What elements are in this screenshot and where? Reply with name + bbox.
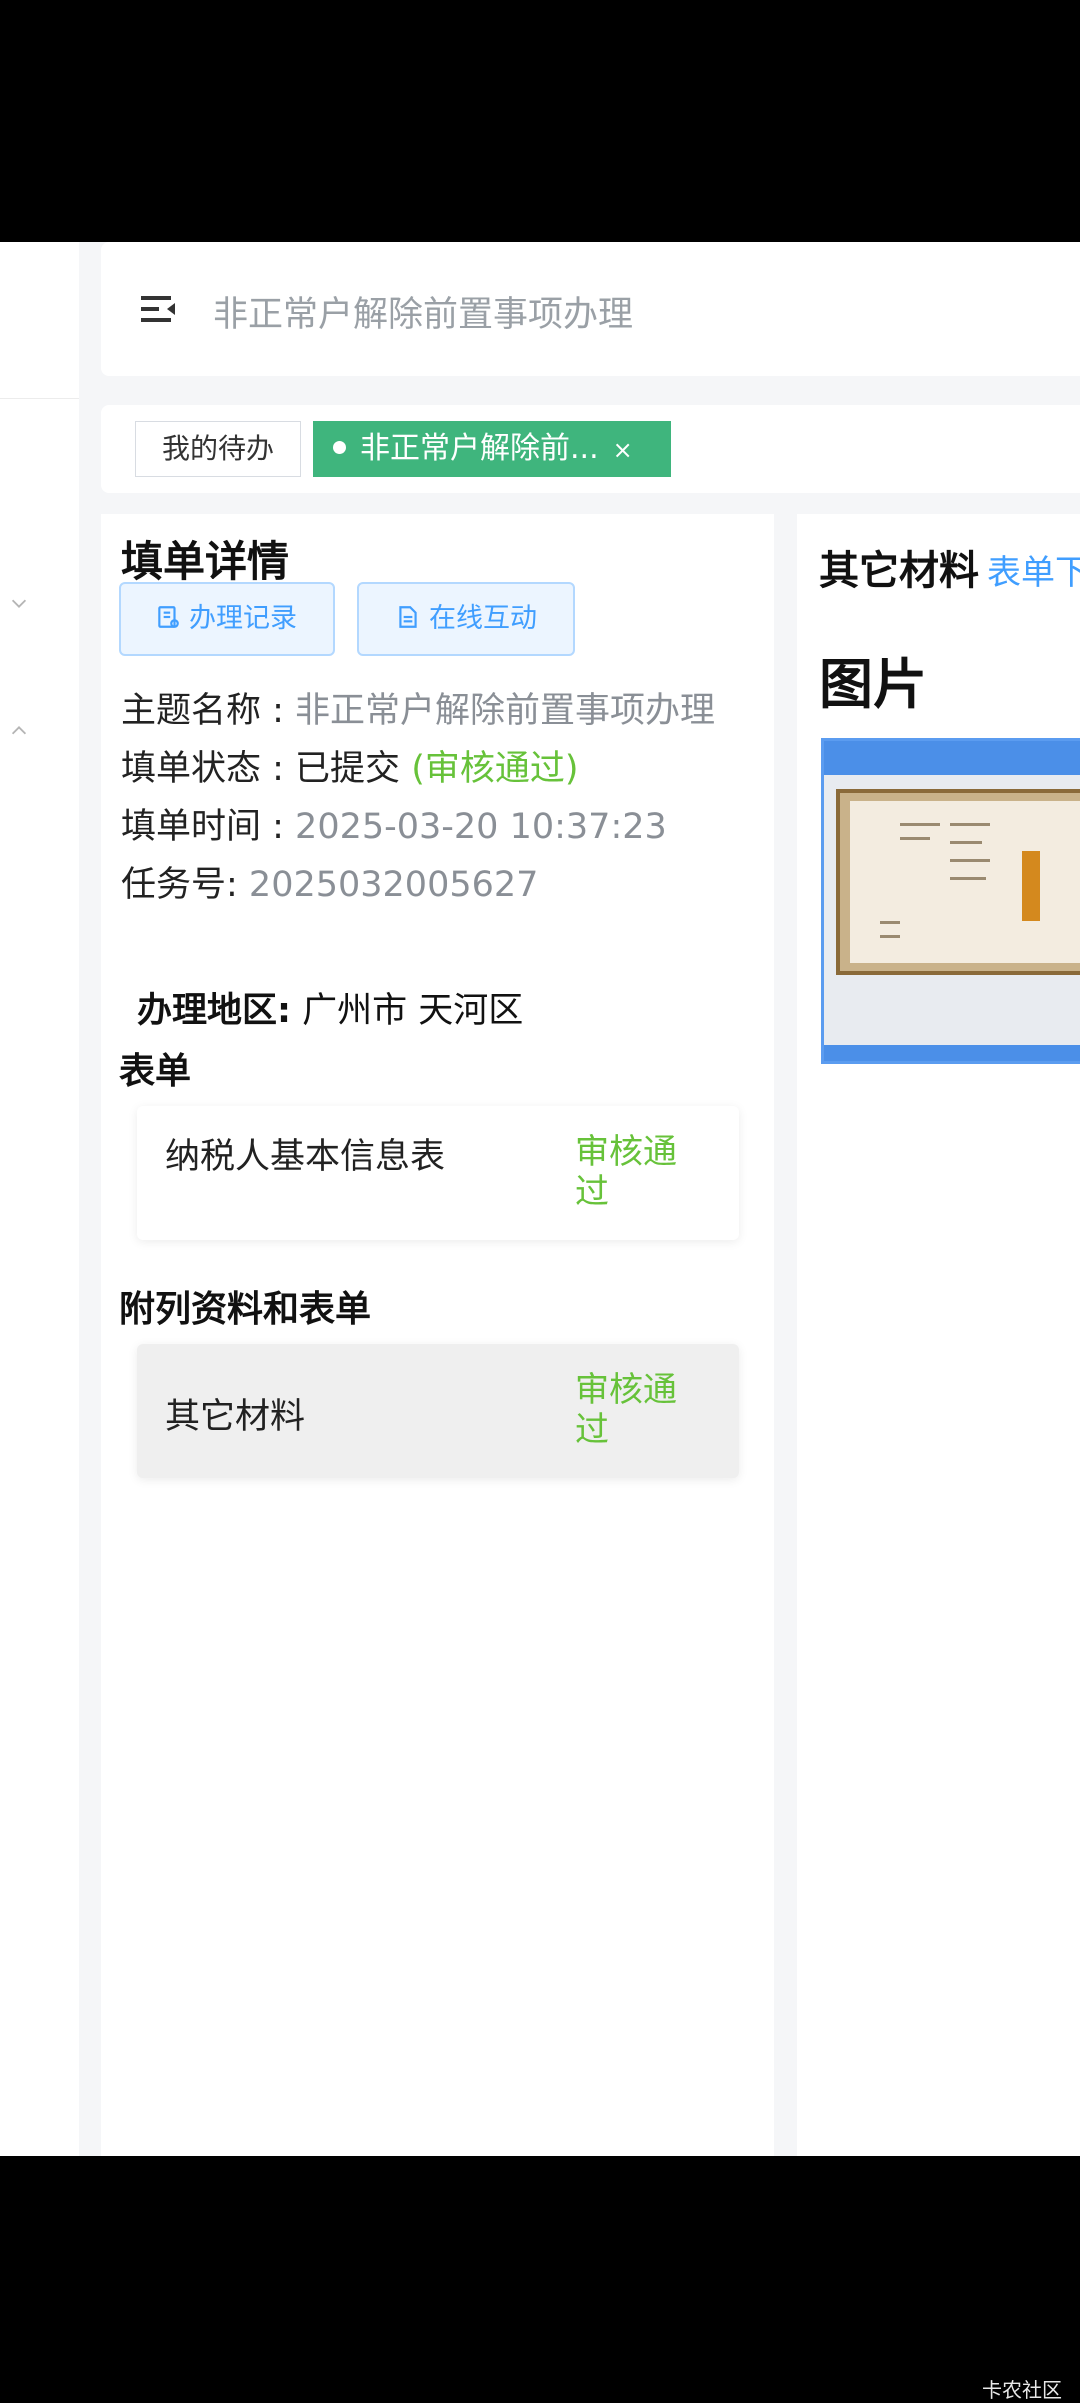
attachment-item-status: 审核通过: [575, 1370, 677, 1450]
thumbnail-text-line: [950, 859, 990, 862]
time-row: 填单时间 : 2025-03-20 10:37:23: [121, 798, 667, 849]
thumbnail-header-bar: [824, 741, 1080, 775]
detail-title: 填单详情: [121, 537, 290, 586]
thumbnail-document-page: [850, 801, 1080, 963]
attachments-title: 附列资料和表单: [119, 1289, 372, 1330]
thumbnail-footer-bar: [824, 1045, 1080, 1061]
thumbnail-text-line: [900, 837, 930, 840]
region-label: 办理地区:: [137, 991, 291, 1031]
status-row: 填单状态 : 已提交 (审核通过): [121, 740, 579, 791]
sidebar-divider: [0, 398, 79, 399]
menu-fold-icon[interactable]: [139, 290, 179, 328]
forms-card: 办理地区: 广州市 天河区 表单 纳税人基本信息表 审核通过 附列资料和表单 其…: [101, 952, 774, 2156]
watermark: 卡农社区: [982, 2378, 1062, 2402]
thumbnail-text-line: [900, 823, 940, 826]
tabs-bar: 我的待办 非正常户解除前... ×: [101, 405, 1080, 493]
attachment-item[interactable]: 其它材料 审核通过: [137, 1344, 739, 1478]
document-icon: [399, 606, 417, 628]
chevron-up-icon[interactable]: [8, 720, 30, 742]
thumbnail-text-line: [950, 823, 990, 826]
sidebar-rail: [0, 242, 79, 2156]
status-label: 填单状态 :: [121, 749, 296, 789]
page-title: 非正常户解除前置事项办理: [213, 295, 634, 335]
task-row: 任务号: 2025032005627: [121, 856, 538, 907]
status-value: 已提交: [295, 749, 401, 789]
task-value: 2025032005627: [248, 865, 539, 905]
active-dot-icon: [333, 441, 346, 454]
region-row: 办理地区: 广州市 天河区: [137, 982, 523, 1033]
subject-row: 主题名称 : 非正常户解除前置事项办理: [121, 682, 715, 733]
tab-current-label: 非正常户解除前...: [360, 431, 599, 466]
material-panel: 其它材料 表单下 图片: [797, 514, 1080, 2156]
material-title-text: 其它材料: [819, 548, 979, 594]
records-button-label: 办理记录: [189, 603, 297, 634]
time-label: 填单时间 :: [121, 807, 296, 847]
forms-title: 表单: [119, 1051, 192, 1092]
thumbnail-text-line: [950, 841, 982, 844]
thumbnail-document: [836, 789, 1080, 975]
tab-current[interactable]: 非正常户解除前... ×: [313, 421, 671, 477]
material-title: 其它材料 表单下: [819, 538, 1080, 596]
interact-button-label: 在线互动: [429, 603, 537, 634]
form-item-status: 审核通过: [575, 1132, 677, 1212]
app-screen: 非正常户解除前置事项办理 我的待办 非正常户解除前... × 填单详情 办理记录 …: [0, 242, 1080, 2156]
region-value: 广州市 天河区: [302, 991, 524, 1031]
form-download-link[interactable]: 表单下: [987, 553, 1080, 593]
records-button[interactable]: 办理记录: [119, 582, 335, 656]
status-review: (审核通过): [411, 749, 579, 789]
chevron-down-icon[interactable]: [8, 592, 30, 614]
thumbnail-text-line: [880, 921, 900, 924]
thumbnail-seal: [1022, 851, 1040, 921]
top-header: 非正常户解除前置事项办理: [101, 242, 1080, 376]
subject-value: 非正常户解除前置事项办理: [295, 691, 716, 731]
thumbnail-text-line: [880, 935, 900, 938]
thumbnail-text-line: [950, 877, 986, 880]
pictures-title: 图片: [819, 653, 927, 716]
subject-label: 主题名称 :: [121, 691, 296, 731]
form-item[interactable]: 纳税人基本信息表 审核通过: [137, 1106, 739, 1240]
form-item-name: 纳税人基本信息表: [165, 1137, 446, 1177]
record-icon: [158, 606, 179, 628]
tab-my-todo[interactable]: 我的待办: [135, 421, 301, 477]
task-label: 任务号:: [121, 865, 249, 905]
close-icon[interactable]: ×: [613, 436, 633, 464]
interact-button[interactable]: 在线互动: [357, 582, 575, 656]
image-thumbnail[interactable]: [821, 738, 1080, 1064]
attachment-item-name: 其它材料: [165, 1397, 306, 1437]
time-value: 2025-03-20 10:37:23: [295, 807, 667, 847]
